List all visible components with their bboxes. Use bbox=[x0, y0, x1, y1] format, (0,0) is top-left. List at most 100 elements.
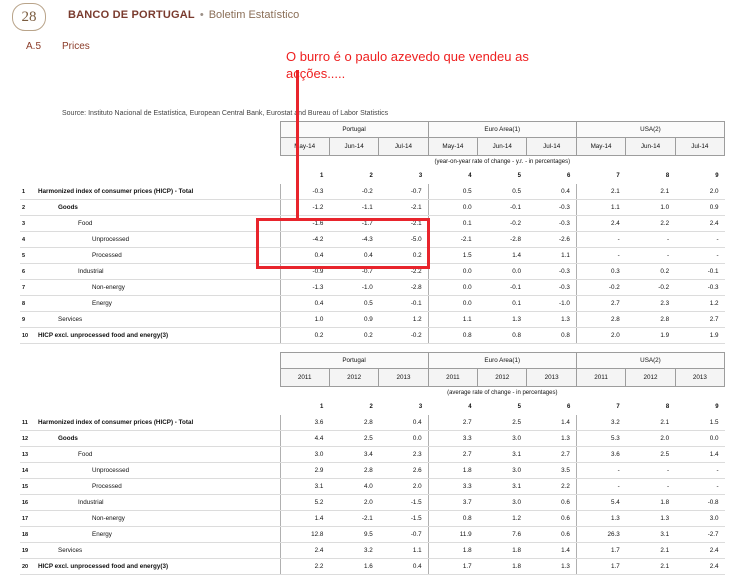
table-cell: 5.3 bbox=[575, 430, 626, 447]
period-header: 2011 bbox=[575, 368, 627, 387]
column-number: 5 bbox=[517, 404, 521, 410]
period-header: Jun-14 bbox=[625, 137, 676, 156]
units-note-row: (average rate of change - in percentages… bbox=[20, 387, 725, 400]
table-cell: -0.7 bbox=[378, 184, 429, 200]
page-number: 28 bbox=[12, 3, 46, 31]
table-cell: -0.2 bbox=[477, 215, 527, 232]
table-cell: -1.5 bbox=[378, 494, 429, 511]
table-row: 20 HICP excl. unprocessed food and energy… bbox=[20, 558, 725, 575]
table-cell: 1.7 bbox=[575, 558, 626, 575]
table-cell: -1.5 bbox=[378, 510, 429, 527]
table-cell: 0.6 bbox=[526, 494, 577, 511]
table-cell: 3.5 bbox=[526, 462, 577, 479]
table-cell: -1.0 bbox=[526, 295, 577, 312]
table-cell: 2.5 bbox=[625, 446, 676, 463]
row-index: 13 bbox=[20, 446, 32, 463]
table-cell: 2.3 bbox=[378, 446, 429, 463]
annotation-highlight-box bbox=[256, 218, 430, 269]
table-cell: 2.2 bbox=[526, 478, 577, 495]
table-cell: 3.6 bbox=[575, 446, 626, 463]
section-code: A.5 bbox=[26, 41, 42, 52]
table-cell: 0.0 bbox=[477, 263, 527, 280]
period-header: 2011 bbox=[427, 368, 479, 387]
table-row: 17 Non-energy 1.4 -2.1 -1.5 0.8 1.2 0.6 1.3 1.3 3.… bbox=[20, 510, 725, 527]
table-cell: 2.1 bbox=[625, 184, 676, 200]
table-cell: 1.3 bbox=[526, 430, 577, 447]
table-cell: 1.4 bbox=[526, 542, 577, 559]
table-cell: 2.4 bbox=[675, 215, 725, 232]
table-cell: 3.4 bbox=[329, 446, 379, 463]
table-cell: 4.4 bbox=[279, 430, 330, 447]
table-cell: 0.6 bbox=[526, 526, 577, 543]
table-cell: 1.7 bbox=[427, 558, 478, 575]
table-cell: 5.4 bbox=[575, 494, 626, 511]
table-cell: - bbox=[575, 247, 626, 264]
units-note: (average rate of change - in percentages… bbox=[447, 390, 558, 396]
table-cell: 2.1 bbox=[575, 184, 626, 200]
table-cell: 3.1 bbox=[477, 446, 527, 463]
table-cell: 2.4 bbox=[675, 542, 725, 559]
table-cell: 3.0 bbox=[477, 462, 527, 479]
table-cell: 26.3 bbox=[575, 526, 626, 543]
table-cell: 0.3 bbox=[575, 263, 626, 280]
group-header-row: Portugal Euro Area(1) USA(2) bbox=[20, 352, 726, 369]
table-cell: 1.5 bbox=[427, 247, 478, 264]
table-cell: 3.3 bbox=[427, 478, 478, 495]
table-cell: 2.7 bbox=[526, 446, 577, 463]
table-cell: -0.3 bbox=[526, 215, 577, 232]
period-header: 2013 bbox=[378, 368, 429, 387]
column-number: 1 bbox=[320, 404, 324, 410]
table-cell: -1.2 bbox=[279, 199, 330, 216]
table-cell: 1.3 bbox=[477, 311, 527, 328]
table-cell: 0.8 bbox=[477, 327, 527, 344]
table-cell: -2.7 bbox=[675, 526, 725, 543]
row-index: 12 bbox=[20, 430, 32, 447]
table-cell: 2.0 bbox=[378, 478, 429, 495]
row-index: 7 bbox=[20, 279, 32, 296]
period-header: 2012 bbox=[477, 368, 528, 387]
table-cell: 2.0 bbox=[675, 184, 725, 200]
table-cell: 2.2 bbox=[625, 215, 676, 232]
column-number: 6 bbox=[567, 173, 571, 179]
table-cell: 0.0 bbox=[378, 430, 429, 447]
table-cell: - bbox=[675, 462, 725, 479]
table-annual-rates: Portugal Euro Area(1) USA(2) 2011 2012 2013 20… bbox=[20, 352, 726, 575]
table-cell: 2.4 bbox=[675, 558, 725, 575]
row-label: Energy bbox=[32, 526, 280, 543]
row-label: Processed bbox=[32, 478, 280, 495]
table-cell: 0.1 bbox=[477, 295, 527, 312]
table-cell: 1.2 bbox=[675, 295, 725, 312]
table-cell: -0.3 bbox=[526, 263, 577, 280]
row-label: HICP excl. unprocessed food and energy(3… bbox=[32, 327, 280, 344]
table-cell: - bbox=[625, 231, 676, 248]
column-number: 8 bbox=[665, 173, 670, 179]
column-number: 3 bbox=[418, 173, 423, 179]
period-header: 2011 bbox=[279, 368, 330, 387]
row-label: Services bbox=[32, 542, 280, 559]
units-note: (year-on-year rate of change - y.r. - in… bbox=[434, 159, 571, 165]
row-index: 14 bbox=[20, 462, 32, 479]
table-row: 11 Harmonized index of consumer prices (H… bbox=[20, 415, 725, 431]
table-cell: 2.1 bbox=[625, 415, 676, 431]
table-cell: 2.0 bbox=[625, 430, 676, 447]
table-cell: 0.0 bbox=[427, 279, 478, 296]
table-cell: -0.8 bbox=[675, 494, 725, 511]
column-number: 8 bbox=[665, 404, 670, 410]
column-number: 7 bbox=[616, 173, 620, 179]
period-header: May-14 bbox=[575, 137, 627, 156]
table-cell: 3.7 bbox=[427, 494, 478, 511]
source-note: Source: Instituto Nacional de Estatístic… bbox=[62, 110, 389, 117]
table-cell: 3.1 bbox=[625, 526, 676, 543]
column-number-row: 1 2 3 4 5 6 7 8 9 bbox=[20, 168, 725, 184]
table-cell: - bbox=[625, 478, 676, 495]
running-header: BANCO DE PORTUGAL • Boletim Estatístico bbox=[68, 9, 299, 21]
period-header: 2013 bbox=[526, 368, 577, 387]
table-cell: 0.8 bbox=[526, 327, 577, 344]
row-label: Harmonized index of consumer prices (HIC… bbox=[32, 415, 280, 431]
table-cell: - bbox=[575, 231, 626, 248]
table-cell: -2.1 bbox=[427, 231, 478, 248]
table-row: 10 HICP excl. unprocessed food and energy… bbox=[20, 327, 725, 344]
table-cell: 2.7 bbox=[427, 415, 478, 431]
row-label: Services bbox=[32, 311, 280, 328]
table-cell: 3.2 bbox=[329, 542, 379, 559]
